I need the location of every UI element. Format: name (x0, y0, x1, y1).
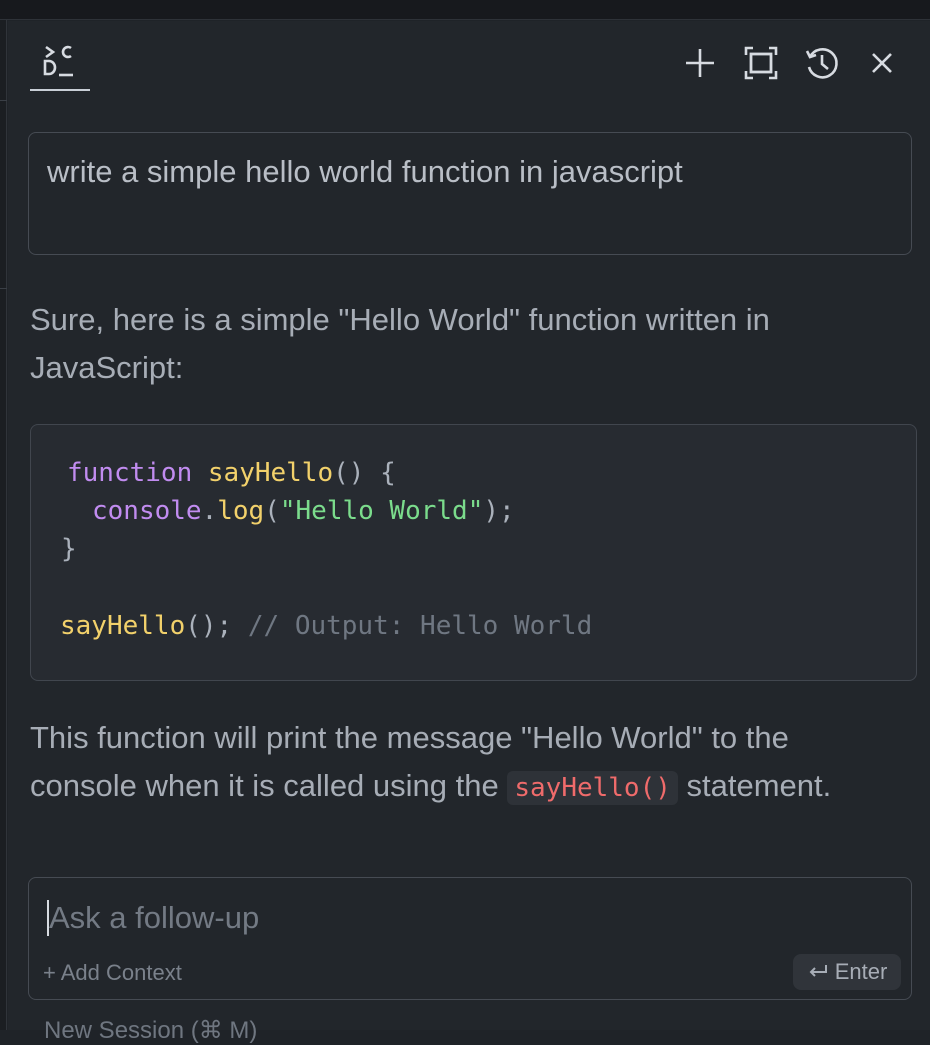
left-editor-edge (0, 20, 7, 1030)
code-line-2: console.log("Hello World"); (92, 494, 515, 528)
code-function-call: sayHello (60, 611, 186, 641)
return-icon (809, 965, 827, 977)
app-logo-tab[interactable] (30, 41, 90, 91)
inline-code: sayHello() (507, 771, 678, 805)
code-punctuation: . (201, 496, 218, 526)
code-method: log (217, 496, 265, 526)
new-session-hint[interactable]: New Session (⌘ M) (44, 1016, 257, 1045)
code-comment: // Output: Hello World (247, 611, 593, 641)
code-function-name: sayHello (207, 458, 334, 488)
followup-composer[interactable]: + Add Context Enter (28, 877, 912, 1000)
code-string: "Hello World" (279, 496, 484, 526)
code-line-5: sayHello(); // Output: Hello World (60, 609, 592, 643)
edge-divider (0, 100, 7, 101)
user-prompt-text: write a simple hello world function in j… (47, 154, 683, 189)
code-punctuation: (); (185, 611, 233, 641)
code-line-1: function sayHello() { (67, 456, 396, 490)
response-outro-before: console when it is called using the (30, 768, 499, 803)
code-punctuation: ( (264, 496, 280, 526)
new-chat-button[interactable] (680, 43, 720, 83)
response-intro-line2: JavaScript: (30, 350, 184, 385)
code-punctuation: ); (483, 496, 515, 526)
fullscreen-button[interactable] (741, 43, 781, 83)
history-button[interactable] (802, 43, 842, 83)
response-outro: This function will print the message "He… (30, 714, 910, 812)
response-outro-after: statement. (686, 768, 832, 803)
top-strip (0, 0, 930, 20)
edge-divider (0, 288, 7, 289)
code-line-3: } (61, 532, 77, 566)
logo-icon (43, 45, 73, 77)
code-block[interactable]: function sayHello() { console.log("Hello… (30, 424, 917, 681)
enter-button[interactable]: Enter (793, 954, 901, 990)
chat-panel: write a simple hello world function in j… (8, 21, 930, 1044)
add-context-button[interactable]: + Add Context (43, 960, 182, 986)
response-outro-line2: console when it is called using the sayH… (30, 762, 910, 812)
close-icon (872, 53, 892, 73)
code-punctuation: () { (333, 458, 396, 488)
fullscreen-icon (744, 46, 778, 80)
plus-icon (686, 49, 714, 77)
history-icon (805, 48, 838, 79)
response-intro-line1: Sure, here is a simple "Hello World" fun… (30, 302, 770, 337)
close-button[interactable] (862, 43, 902, 83)
followup-input[interactable] (49, 896, 889, 940)
code-object: console (92, 496, 202, 526)
user-prompt-message[interactable]: write a simple hello world function in j… (28, 132, 912, 255)
response-intro: Sure, here is a simple "Hello World" fun… (30, 296, 910, 392)
enter-label: Enter (834, 959, 888, 984)
code-keyword: function (67, 458, 193, 488)
code-punctuation: } (61, 534, 77, 564)
response-outro-line1: This function will print the message "He… (30, 720, 789, 755)
